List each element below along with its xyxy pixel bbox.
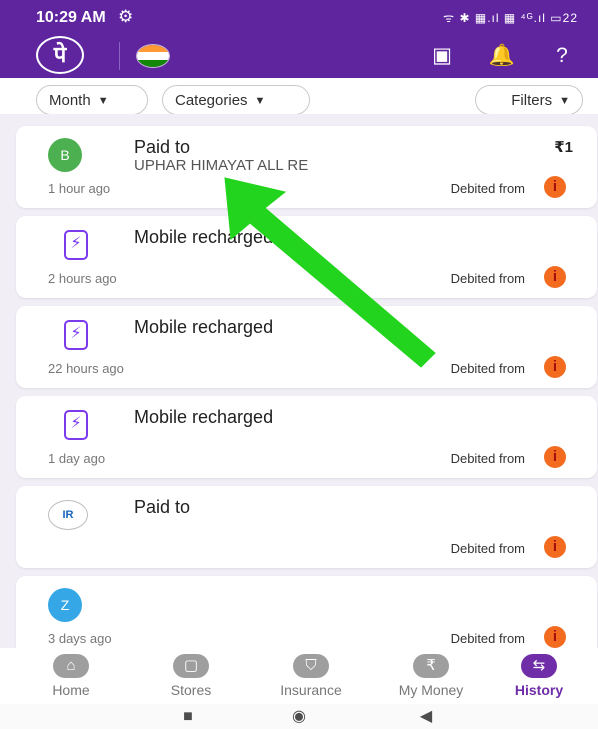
notification-bell-icon[interactable]: 🔔 [488,42,516,70]
chevron-down-icon: ▼ [97,95,109,108]
transaction-subtitle: UPHAR HIMAYAT ALL RE [134,157,309,174]
transaction-title: Mobile recharged [134,407,274,427]
transaction-card[interactable]: ⚡ Mobile recharged 2 hours ago Debited f… [16,216,597,298]
bottom-navigation: ⌂ Home ▢ Stores ⛉ Insurance ₹ My Money ⇆… [0,648,598,704]
transaction-time: 2 hours ago [48,271,117,286]
phonepe-logo[interactable]: पे [36,36,84,74]
debited-from-label: Debited from [450,451,525,466]
recent-apps-button[interactable]: ■ [174,707,202,727]
transaction-card[interactable]: B Paid to UPHAR HIMAYAT ALL RE ₹1 1 hour… [16,126,597,208]
transaction-card[interactable]: ⚡ Mobile recharged 1 day ago Debited fro… [16,396,597,478]
transaction-amount: ₹1 [554,139,573,156]
irctc-logo-icon: IR [48,500,88,530]
categories-filter-chip[interactable]: Categories ▼ [162,85,310,115]
home-icon: ⌂ [53,654,89,678]
mobile-recharge-icon: ⚡ [64,410,88,440]
help-icon[interactable]: ? [548,42,576,70]
qr-scanner-icon[interactable]: ▣ [428,42,456,70]
mobile-recharge-icon: ⚡ [64,320,88,350]
chevron-down-icon: ▼ [254,95,266,108]
bank-logo-icon: i [544,536,566,558]
nav-insurance[interactable]: ⛉ Insurance [256,652,366,704]
gear-icon: ⚙ [118,7,134,26]
transaction-list: B Paid to UPHAR HIMAYAT ALL RE ₹1 1 hour… [0,114,598,658]
shopping-bag-icon: ▢ [173,654,209,678]
nav-history[interactable]: ⇆ History [484,652,594,704]
transaction-card[interactable]: Z 3 days ago Debited from i [16,576,597,658]
home-button[interactable]: ◉ [285,707,313,727]
transaction-time: 1 day ago [48,451,106,466]
nav-insurance-label: Insurance [280,682,342,698]
transaction-time: 1 hour ago [48,181,111,196]
bank-logo-icon: i [544,356,566,378]
debited-from-label: Debited from [450,631,525,646]
debited-from-label: Debited from [450,541,525,556]
filters-chip[interactable]: Filters ▼ [475,85,583,115]
transaction-title: Paid to [134,497,191,517]
avatar: B [48,138,82,172]
back-button[interactable]: ◀ [412,707,440,727]
rupee-icon: ₹ [413,654,449,678]
filters-chip-label: Filters [511,92,553,109]
categories-chip-label: Categories [175,92,248,109]
bank-logo-icon: i [544,266,566,288]
month-chip-label: Month [49,92,91,109]
bank-logo-icon: i [544,446,566,468]
nav-stores[interactable]: ▢ Stores [136,652,246,704]
nav-history-label: History [514,682,564,698]
nav-stores-label: Stores [170,682,212,698]
transaction-time: 3 days ago [48,631,112,646]
nav-home[interactable]: ⌂ Home [16,652,126,704]
month-filter-chip[interactable]: Month ▼ [36,85,148,115]
android-navigation-bar: ■ ◉ ◀ [0,704,598,729]
nav-my-money[interactable]: ₹ My Money [376,652,486,704]
debited-from-label: Debited from [450,181,525,196]
transaction-card[interactable]: IR Paid to Debited from i [16,486,597,568]
nav-home-label: Home [52,682,90,698]
shield-icon: ⛉ [293,654,329,678]
swap-arrows-icon: ⇆ [521,654,557,678]
transaction-time: 22 hours ago [48,361,124,376]
bank-logo-icon: i [544,176,566,198]
nav-my-money-label: My Money [398,682,464,698]
top-app-bar: पे ▣ 🔔 ? [0,34,598,78]
india-flag-icon[interactable] [136,44,170,68]
appbar-divider [119,42,120,70]
bank-logo-icon: i [544,626,566,648]
system-status-icons: ᯤ ✱ ▦.ıl ▦ ⁴ᴳ.ıl ▭22 [443,11,578,25]
debited-from-label: Debited from [450,361,525,376]
transaction-title: Paid to [134,137,191,157]
transaction-title: Mobile recharged [134,317,274,337]
mobile-recharge-icon: ⚡ [64,230,88,260]
avatar: Z [48,588,82,622]
transaction-card[interactable]: ⚡ Mobile recharged 22 hours ago Debited … [16,306,597,388]
status-bar: 10:29 AM ⚙ ᯤ ✱ ▦.ıl ▦ ⁴ᴳ.ıl ▭22 [0,0,598,34]
status-time: 10:29 AM [36,9,106,26]
transaction-title: Mobile recharged [134,227,274,247]
chevron-down-icon: ▼ [559,95,570,108]
debited-from-label: Debited from [450,271,525,286]
